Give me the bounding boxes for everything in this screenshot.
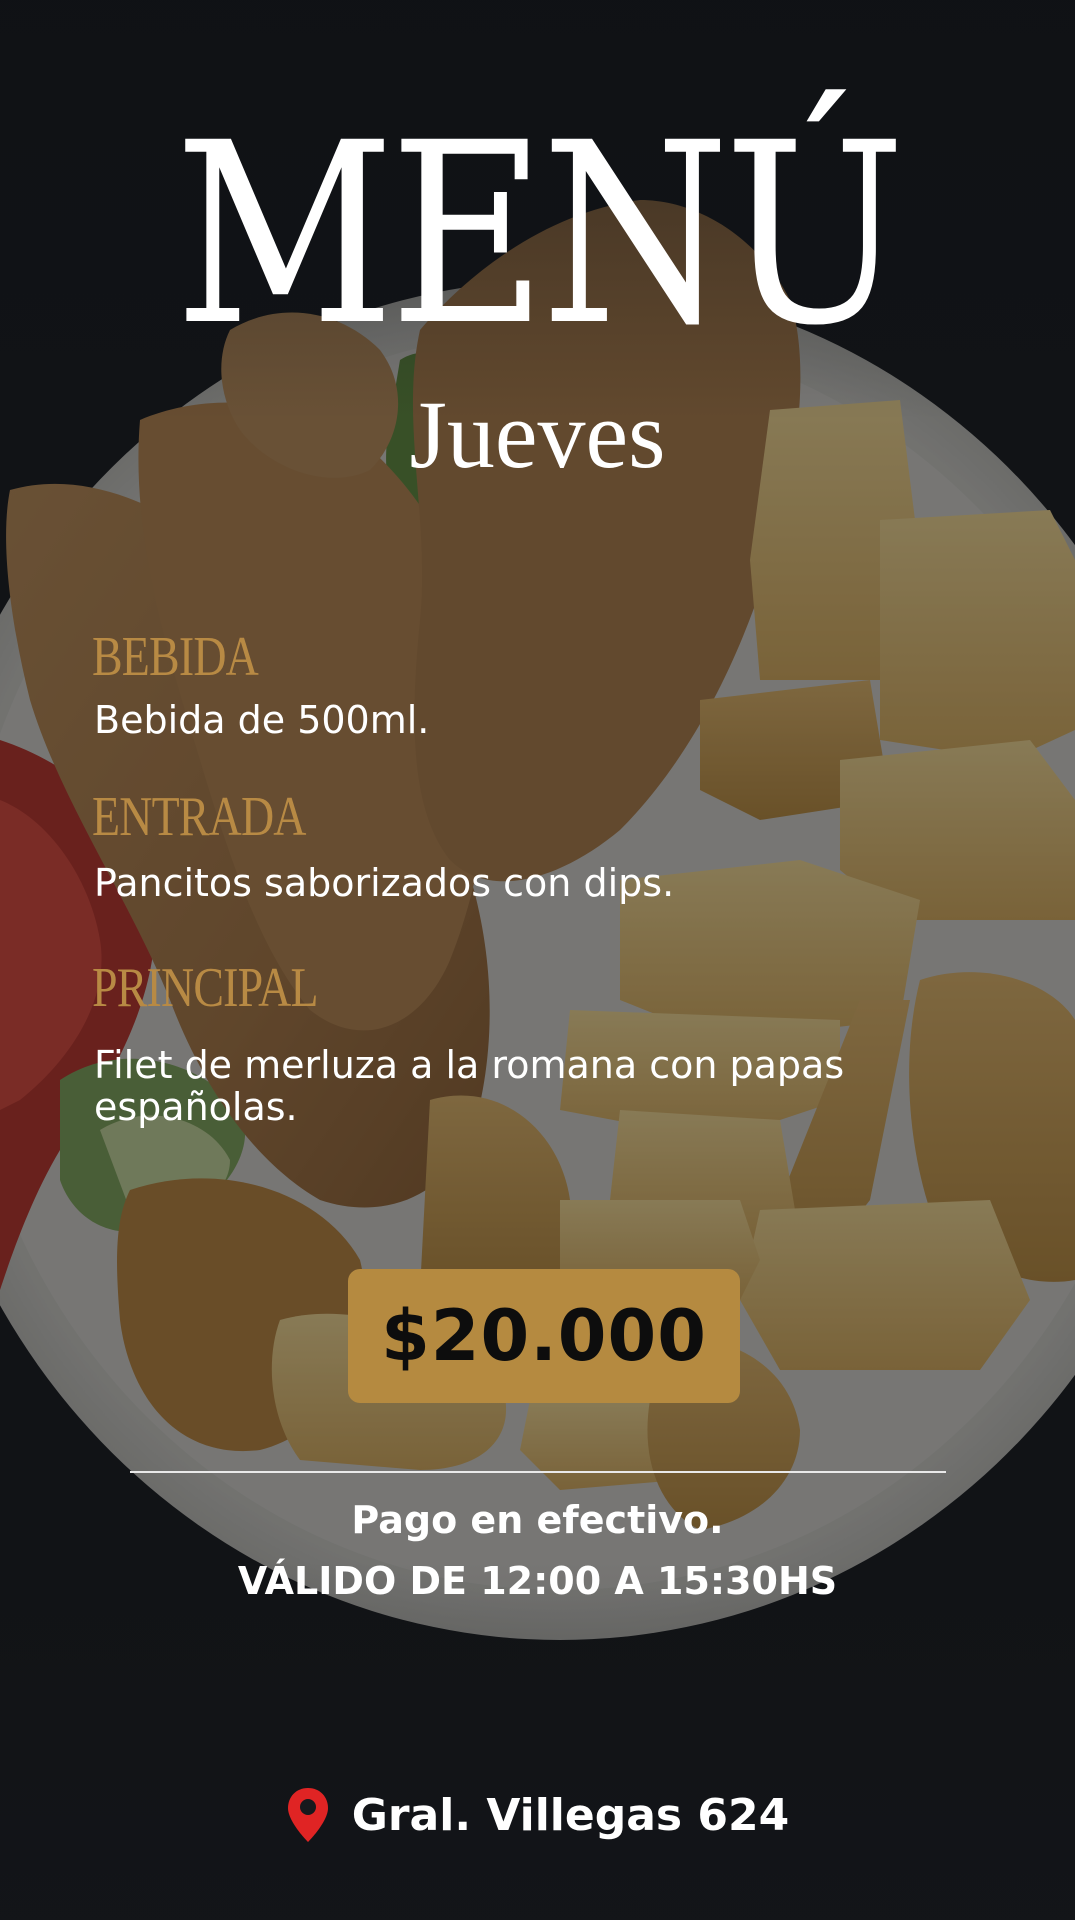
section-heading-principal: PRINCIPAL <box>92 957 319 1019</box>
validity-hours: VÁLIDO DE 12:00 A 15:30HS <box>237 1559 838 1603</box>
address-text: Gral. Villegas 624 <box>351 1789 790 1841</box>
section-text-bebida: Bebida de 500ml. <box>94 698 430 742</box>
price-label: $20.000 <box>381 1295 707 1377</box>
section-heading-entrada: ENTRADA <box>92 786 306 848</box>
section-text-principal: Filet de merluza a la romana con papas e… <box>94 1043 845 1129</box>
day-subtitle: Jueves <box>409 381 666 488</box>
section-heading-bebida: BEBIDA <box>92 626 259 688</box>
menu-poster: MENÚ Jueves BEBIDA Bebida de 500ml. ENTR… <box>0 0 1075 1920</box>
payment-note: Pago en efectivo. <box>351 1498 724 1542</box>
address-row: Gral. Villegas 624 <box>0 1786 1075 1844</box>
price-badge: $20.000 <box>348 1269 740 1403</box>
bottom-shade <box>0 1560 1075 1920</box>
map-pin-icon <box>287 1788 328 1842</box>
section-text-entrada: Pancitos saborizados con dips. <box>94 861 675 905</box>
divider-line <box>130 1471 946 1473</box>
menu-title: MENÚ <box>174 89 906 380</box>
